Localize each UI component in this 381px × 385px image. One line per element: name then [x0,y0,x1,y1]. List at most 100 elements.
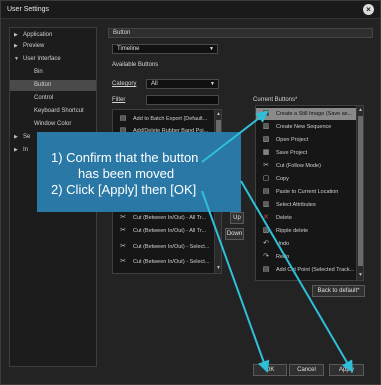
expand-arrow-icon[interactable]: ▶ [14,30,18,41]
target-select-value: Timeline [117,46,140,52]
window-title: User Settings [7,6,50,13]
tree-item-label: Se [23,134,31,140]
list-item-label: Add Cut Point (Selected Track... [276,267,355,273]
collapse-arrow-icon[interactable]: ▼ [14,54,19,65]
move-down-button[interactable]: Down [225,228,244,240]
tree-item-label: Button [34,82,52,88]
new-sequence-icon: ▥ [262,123,270,130]
current-list-scrollbar[interactable]: ▲ ▼ [356,106,363,280]
section-heading: Button [108,28,373,38]
list-item[interactable]: ✂ Cut (Follow Mode) [256,160,357,172]
list-item-label: Select Attributes [276,202,316,208]
redo-icon: ↷ [263,253,269,260]
cancel-button[interactable]: Cancel [289,364,324,376]
list-item[interactable]: ▣ Create a Still Image (Save as... [256,108,357,120]
scroll-down-icon[interactable]: ▼ [215,265,221,272]
folder-icon: ▧ [262,136,270,143]
tree-item-label: User Interface [23,56,61,62]
expand-arrow-icon[interactable]: ▶ [14,132,18,143]
chevron-down-icon: ▼ [209,46,214,52]
filter-label: Filter [112,97,126,103]
list-item[interactable]: ▤ Add Cut Point (Selected Track... [256,264,357,276]
filter-input[interactable] [146,95,219,105]
delete-icon: ✕ [263,214,269,221]
paste-icon: ▤ [262,188,270,195]
list-item[interactable]: ▥ Create New Sequence [256,121,357,133]
list-item-label: Ripple delete [276,228,309,234]
list-item-label: Save Project [276,150,308,156]
list-item-label: Create New Sequence [276,124,332,130]
tree-item-user-interface[interactable]: ▼ User Interface [10,54,96,65]
callout-step-2: 2) Click [Apply] then [OK] [51,182,197,197]
scroll-up-icon[interactable]: ▲ [215,111,221,118]
tree-item-bin[interactable]: Bin [10,67,96,78]
list-item-label: Redo [276,254,290,260]
close-icon[interactable]: × [363,4,374,15]
expand-arrow-icon[interactable]: ▶ [14,41,18,52]
expand-arrow-icon[interactable]: ▶ [14,145,18,156]
tree-item-label: In [23,147,29,153]
callout-step-1: 1) Confirm that the button [51,150,199,165]
ok-button[interactable]: OK [253,364,287,376]
scissors-icon: ✂ [263,162,269,169]
list-item[interactable]: ✂ Cut (Between In/Out) - All Tr... [113,212,215,224]
save-icon: ▦ [262,149,270,156]
category-select[interactable]: All ▼ [146,79,219,89]
list-item-label: Create a Still Image (Save as... [276,111,353,117]
target-select[interactable]: Timeline ▼ [112,44,218,54]
batch-export-icon: ▤ [119,115,127,122]
tree-item-preview[interactable]: ▶ Preview [10,41,96,52]
tree-item-application[interactable]: ▶ Application [10,30,96,41]
list-item[interactable]: ↷ Redo [256,251,357,263]
list-item-label: Cut (Between In/Out) - Select... [133,244,210,250]
category-select-value: All [151,81,158,87]
scroll-down-icon[interactable]: ▼ [357,272,363,279]
tree-item-button[interactable]: Button [10,80,96,91]
list-item[interactable]: ▧ Ripple delete [256,225,357,237]
list-item-label: Cut (Follow Mode) [276,163,321,169]
move-up-button[interactable]: Up [230,212,244,224]
list-item[interactable]: ▦ Save Project [256,147,357,159]
list-item[interactable]: ▤ Add to Batch Export (Default... [113,113,215,125]
tree-item-label: Control [34,95,54,101]
category-label: Category [112,81,137,87]
list-item[interactable]: ▧ Open Project [256,134,357,146]
scroll-thumb[interactable] [358,116,363,266]
tree-item-label: Window Color [34,121,72,127]
scissors-icon: ✂ [120,258,126,265]
scroll-up-icon[interactable]: ▲ [357,107,363,114]
list-item[interactable]: ▤ Paste to Current Location [256,186,357,198]
tree-item-window-color[interactable]: Window Color [10,119,96,130]
list-item-label: Delete [276,215,292,221]
list-item-label: Add to Batch Export (Default... [133,116,208,122]
apply-button[interactable]: Apply [329,364,364,376]
list-item-label: Undo [276,241,290,247]
list-item[interactable]: ✕ Delete [256,212,357,224]
tree-item-keyboard-shortcut[interactable]: Keyboard Shortcut [10,106,96,117]
list-item[interactable]: ▢ Copy [256,173,357,185]
tree-item-label: Keyboard Shortcut [34,108,84,114]
available-buttons-label: Available Buttons [112,62,159,68]
back-to-default-button[interactable]: Back to default* [312,285,365,297]
callout-step-1-cont: has been moved [78,166,175,181]
tree-item-control[interactable]: Control [10,93,96,104]
select-attributes-icon: ▥ [262,201,270,208]
chevron-down-icon: ▼ [210,81,215,87]
list-item[interactable]: ↶ Undo [256,238,357,250]
undo-icon: ↶ [263,240,269,247]
list-item-label: Cut (Between In/Out) - All Tr... [133,215,207,221]
list-item[interactable]: ✂ Cut (Between In/Out) - Select... [113,256,215,268]
current-buttons-list[interactable]: ▣ Create a Still Image (Save as... ▥ Cre… [255,105,364,281]
scissors-icon: ✂ [120,243,126,250]
list-item[interactable]: ✂ Cut (Between In/Out) - All Tr... [113,225,215,237]
title-bar: User Settings × [1,1,380,19]
user-settings-dialog: User Settings × ▶ Application ▶ Preview … [0,0,381,385]
list-item-label: Cut (Between In/Out) - All Tr... [133,228,207,234]
tree-item-label: Bin [34,69,43,75]
list-item[interactable]: ▥ Select Attributes [256,199,357,211]
list-item[interactable]: ✂ Cut (Between In/Out) - Select... [113,241,215,253]
instruction-callout: 1) Confirm that the button has been move… [37,132,241,212]
copy-icon: ▢ [262,175,270,182]
add-cut-point-icon: ▤ [262,266,270,273]
list-item-label: Open Project [276,137,309,143]
